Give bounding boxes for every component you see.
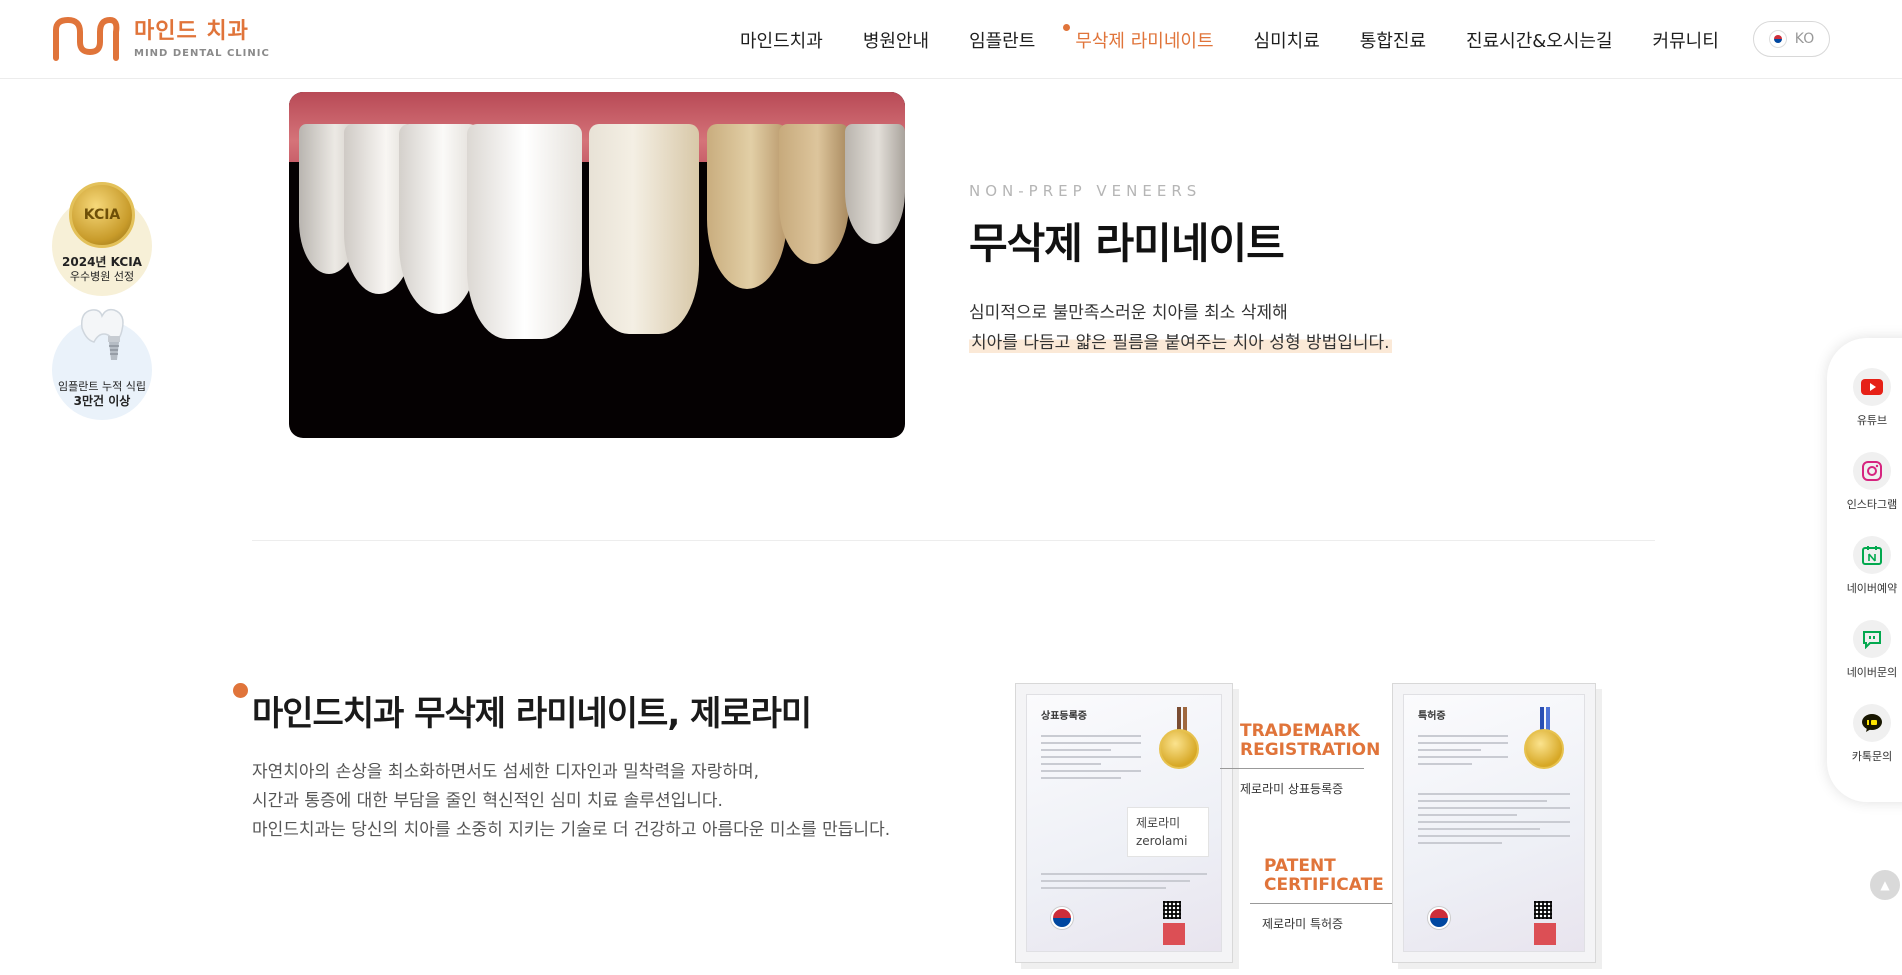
- veneer-teeth-photo: [289, 92, 905, 438]
- nav-item-integrated-care[interactable]: 통합진료: [1360, 27, 1426, 53]
- implant-count-badge: 임플란트 누적 식립 3만건 이상: [52, 308, 152, 420]
- tooth-shape: [589, 124, 699, 334]
- official-stamp-icon: [1163, 923, 1185, 945]
- nav-item-hours-directions[interactable]: 진료시간&오시는길: [1466, 27, 1613, 53]
- kakaotalk-icon: [1853, 704, 1891, 742]
- instagram-icon: [1853, 452, 1891, 490]
- medal-text: KCIA: [83, 207, 121, 223]
- hero-eyebrow: NON-PREP VENEERS: [969, 182, 1202, 200]
- logo-english-text: MIND DENTAL CLINIC: [134, 47, 270, 59]
- label-connector-line: [1220, 768, 1364, 769]
- mark-english: zerolami: [1136, 834, 1188, 848]
- main-nav: 마인드치과 병원안내 임플란트 무삭제 라미네이트 심미치료 통합진료 진료시간…: [740, 0, 1759, 79]
- badge-line: 임플란트 누적 식립: [58, 380, 146, 393]
- section-description-line: 자연치아의 손상을 최소화하면서도 섬세한 디자인과 밀착력을 자랑하며,: [252, 762, 760, 782]
- hero-description-highlight: 치아를 다듬고 얇은 필름을 붙여주는 치아 성형 방법입니다.: [969, 328, 1392, 353]
- gold-seal-icon: [1159, 729, 1199, 769]
- government-emblem-icon: [1051, 907, 1073, 929]
- government-emblem-icon: [1428, 907, 1450, 929]
- hero-description-line: 심미적으로 불만족스러운 치아를 최소 삭제해: [969, 303, 1288, 323]
- implant-icon: [80, 308, 124, 360]
- naver-booking-icon: [1853, 536, 1891, 574]
- patent-label-line: CERTIFICATE: [1264, 875, 1384, 895]
- nav-item-label: 무삭제 라미네이트: [1075, 30, 1214, 52]
- trademark-certificate: 상표등록증 제로라미 zerolami: [1015, 683, 1233, 963]
- naver-booking-link[interactable]: 네이버예약: [1827, 536, 1902, 596]
- language-label: KO: [1794, 31, 1815, 47]
- section-description-line: 마인드치과는 당신의 치아를 소중히 지키는 기술로 더 건강하고 아름다운 미…: [252, 820, 891, 840]
- nav-item-non-prep-veneers[interactable]: 무삭제 라미네이트: [1063, 23, 1214, 53]
- trademark-label-korean: 제로라미 상표등록증: [1240, 782, 1344, 796]
- trademark-label: TRADEMARK REGISTRATION: [1240, 722, 1380, 760]
- certificate-text-lines: [1418, 735, 1508, 770]
- scroll-to-top-button[interactable]: ▲: [1870, 870, 1900, 900]
- certificate-text-lines: [1418, 793, 1570, 849]
- nav-item-aesthetic-treatment[interactable]: 심미치료: [1254, 27, 1320, 53]
- patent-label-line: PATENT: [1264, 856, 1336, 876]
- language-selector[interactable]: KO: [1753, 21, 1830, 57]
- certificate-mark-box: 제로라미 zerolami: [1127, 807, 1209, 857]
- side-item-label: 네이버예약: [1846, 582, 1898, 595]
- section-accent-dot: [233, 683, 248, 698]
- badge-line: 우수병원 선정: [69, 270, 135, 283]
- korea-flag-icon: [1768, 30, 1787, 48]
- certificate-sheet: 특허증: [1403, 694, 1585, 952]
- side-item-label: 네이버문의: [1846, 666, 1898, 679]
- chevron-up-icon: ▲: [1880, 878, 1890, 892]
- label-connector-line: [1250, 903, 1392, 904]
- mark-korean: 제로라미: [1136, 816, 1181, 830]
- section-divider: [252, 540, 1655, 541]
- kakaotalk-link[interactable]: 카톡문의: [1827, 704, 1902, 764]
- site-logo[interactable]: 마인드 치과 MIND DENTAL CLINIC: [50, 16, 270, 62]
- certificate-text-lines: [1041, 873, 1207, 894]
- side-item-label: 유튜브: [1856, 414, 1888, 427]
- tooth-shape: [467, 124, 582, 339]
- site-header: 마인드 치과 MIND DENTAL CLINIC 마인드치과 병원안내 임플란…: [0, 0, 1902, 79]
- active-indicator-dot: [1063, 23, 1071, 31]
- trademark-label-line: REGISTRATION: [1240, 740, 1381, 760]
- youtube-link[interactable]: 유튜브: [1827, 368, 1902, 428]
- instagram-link[interactable]: 인스타그램: [1827, 452, 1902, 512]
- kcia-medal-icon: KCIA: [69, 182, 135, 248]
- nav-item-implant[interactable]: 임플란트: [969, 27, 1035, 53]
- trademark-label-line: TRADEMARK: [1240, 721, 1360, 741]
- section-description-line: 시간과 통증에 대한 부담을 줄인 혁신적인 심미 치료 솔루션입니다.: [252, 791, 723, 811]
- badge-line: 3만건 이상: [73, 394, 131, 408]
- tooth-shape: [845, 124, 905, 244]
- badge-line: 2024년 KCIA: [62, 255, 142, 269]
- naver-talk-icon: [1853, 620, 1891, 658]
- certificate-title: 특허증: [1418, 711, 1446, 722]
- certificate-title: 상표등록증: [1041, 711, 1087, 722]
- logo-mark-icon: [53, 16, 120, 61]
- section-title: 마인드치과 무삭제 라미네이트, 제로라미: [252, 694, 812, 734]
- official-stamp-icon: [1534, 923, 1556, 945]
- side-item-label: 인스타그램: [1846, 498, 1898, 511]
- tooth-shape: [707, 124, 787, 289]
- patent-label: PATENT CERTIFICATE: [1264, 857, 1384, 895]
- nav-item-clinic-info[interactable]: 병원안내: [863, 27, 929, 53]
- qr-code-icon: [1534, 901, 1552, 919]
- certificate-text-lines: [1041, 735, 1141, 784]
- floating-quick-menu: 유튜브 인스타그램 네이버예약 네이버문의 카톡문의: [1827, 338, 1902, 802]
- nav-item-community[interactable]: 커뮤니티: [1653, 27, 1719, 53]
- tooth-shape: [779, 124, 849, 264]
- logo-korean-text: 마인드 치과: [134, 18, 249, 44]
- nav-item-mind-dental[interactable]: 마인드치과: [740, 27, 823, 53]
- qr-code-icon: [1163, 901, 1181, 919]
- patent-certificate: 특허증: [1392, 683, 1596, 963]
- certificate-sheet: 상표등록증 제로라미 zerolami: [1026, 694, 1222, 952]
- gold-seal-icon: [1524, 729, 1564, 769]
- kcia-award-badge: KCIA 2024년 KCIA 우수병원 선정: [52, 182, 152, 296]
- youtube-icon: [1853, 368, 1891, 406]
- side-item-label: 카톡문의: [1851, 750, 1893, 763]
- patent-label-korean: 제로라미 특허증: [1262, 917, 1344, 931]
- naver-talk-link[interactable]: 네이버문의: [1827, 620, 1902, 680]
- hero-title: 무삭제 라미네이트: [969, 219, 1285, 268]
